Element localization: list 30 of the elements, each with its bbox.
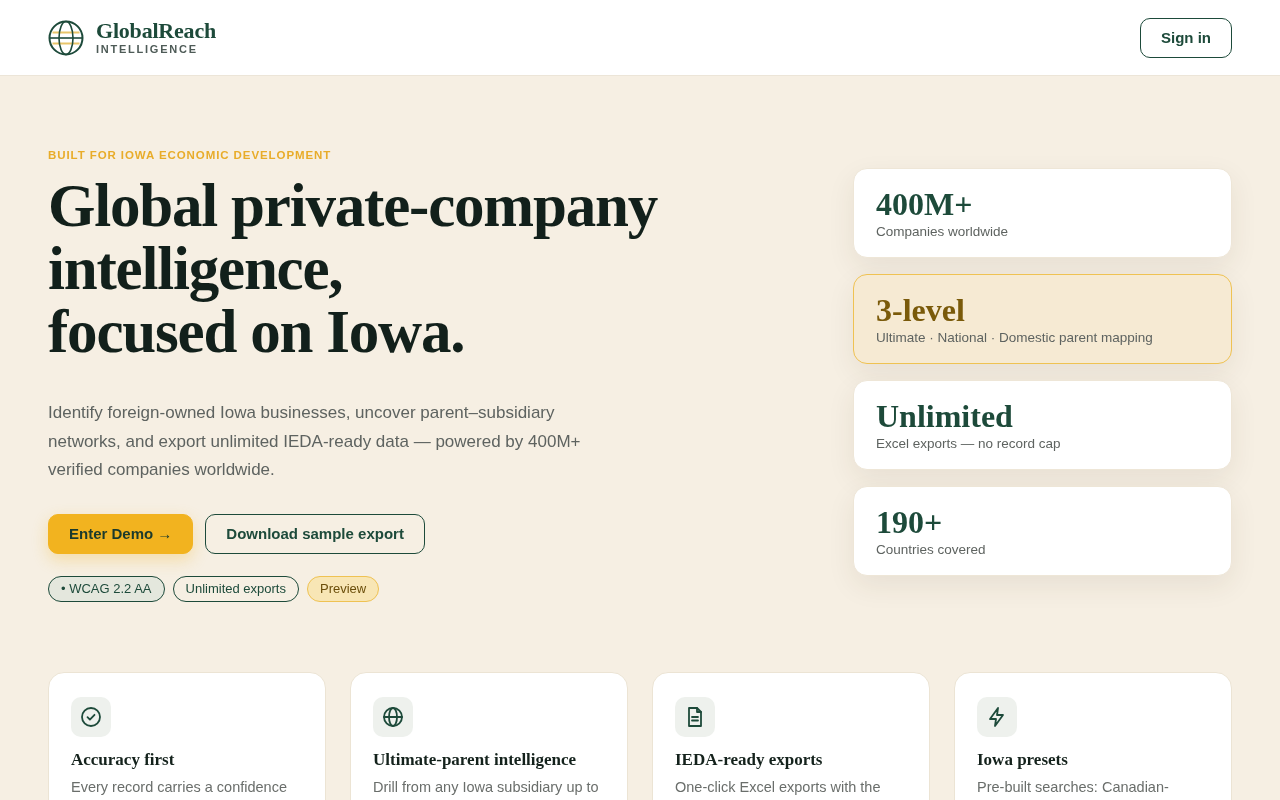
- sign-in-button[interactable]: Sign in: [1140, 17, 1232, 58]
- feature-description: Pre-built searches: Canadian-: [977, 777, 1170, 797]
- tag-pill: Preview: [306, 575, 380, 602]
- feature-title: Ultimate-parent intelligence: [373, 748, 578, 771]
- globe-icon: [373, 696, 413, 737]
- tag-pill: • WCAG 2.2 AA: [48, 575, 165, 602]
- stat-value: Unlimited: [876, 399, 1014, 433]
- stat-label: Countries covered: [876, 541, 987, 559]
- lightning-icon: [977, 696, 1017, 737]
- stat-label: Ultimate · National · Domestic parent mapping: [876, 329, 1154, 347]
- globe-logo-icon: [48, 19, 84, 56]
- document-icon: [675, 696, 715, 737]
- feature-title: Accuracy first: [71, 748, 176, 771]
- feature-title: IEDA-ready exports: [675, 748, 824, 771]
- feature-description: Every record carries a confidence: [71, 777, 288, 797]
- headline: Global private-company intelligence, focused on Iowa.: [48, 174, 659, 363]
- feature-description: One-click Excel exports with the: [675, 777, 882, 797]
- eyebrow-text: BUILT FOR IOWA ECONOMIC DEVELOPMENT: [48, 148, 333, 162]
- stat-value: 190+: [876, 505, 944, 539]
- hero-description: Identify foreign-owned Iowa businesses, uncover parent–subsidiary networks, and export unlimited IEDA-ready data — powered by 400M+ verified companies worldwide.: [48, 402, 582, 481]
- stat-value: 3-level: [876, 293, 966, 327]
- stat-label: Excel exports — no record cap: [876, 435, 1062, 453]
- brand-name: GlobalReach: [96, 20, 217, 42]
- brand-tagline: INTELLIGENCE: [96, 43, 199, 55]
- download-button[interactable]: Download sample export: [205, 513, 425, 554]
- stat-label: Companies worldwide: [876, 223, 1010, 241]
- stat-value: 400M+: [876, 187, 974, 221]
- enter-demo-button[interactable]: Enter Demo →: [48, 513, 194, 554]
- feature-title: Iowa presets: [977, 748, 1069, 771]
- feature-description: Drill from any Iowa subsidiary up to: [373, 777, 600, 797]
